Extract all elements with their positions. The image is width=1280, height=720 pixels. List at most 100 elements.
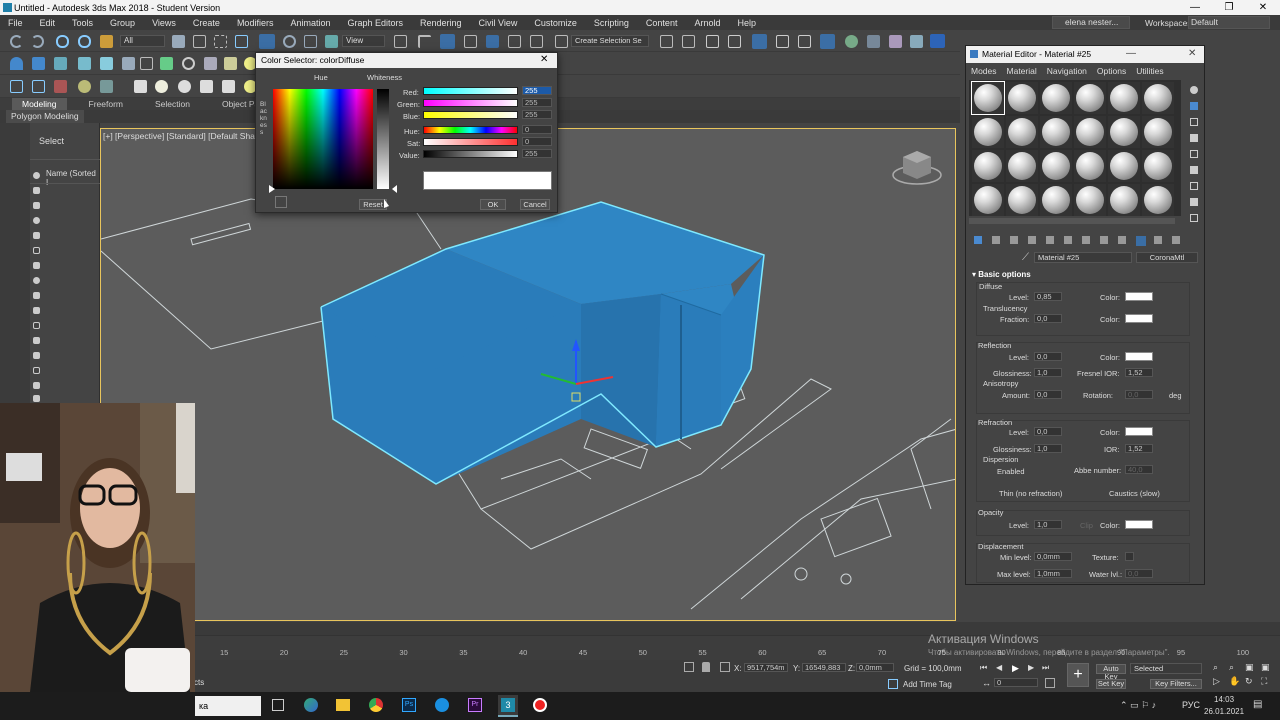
put-to-scene-icon[interactable] — [992, 236, 1000, 244]
show-shaded-material-icon[interactable] — [1118, 236, 1126, 244]
render-production-icon[interactable] — [889, 35, 902, 48]
get-material-icon[interactable] — [974, 236, 982, 244]
blue-slider[interactable] — [423, 111, 518, 119]
sample-type-icon[interactable] — [1190, 86, 1198, 94]
make-unique-icon[interactable] — [1064, 236, 1072, 244]
track-bar[interactable] — [195, 622, 1280, 636]
display-none-icon[interactable] — [33, 382, 40, 389]
menu-civil-view[interactable]: Civil View — [471, 18, 527, 28]
reference-coordinate-dropdown[interactable]: View — [342, 35, 385, 47]
material-id-icon[interactable] — [1100, 236, 1108, 244]
refraction-glossiness-field[interactable]: 1,0 — [1034, 444, 1062, 453]
reset-button[interactable]: Reset — [359, 199, 387, 210]
link-icon[interactable] — [56, 35, 69, 48]
menu-arnold[interactable]: Arnold — [686, 18, 729, 28]
minimize-button[interactable]: — — [1178, 0, 1212, 15]
thin-no-refraction-checkbox[interactable]: Thin (no refraction) — [999, 489, 1062, 498]
material-editor-icon[interactable] — [820, 34, 835, 49]
red-value[interactable]: 255 — [522, 86, 552, 95]
shape-icon[interactable] — [54, 57, 67, 70]
skype-icon[interactable] — [435, 698, 449, 712]
snaps-toggle-icon[interactable] — [464, 35, 477, 48]
plane-icon[interactable] — [224, 57, 237, 70]
displacement-min-field[interactable]: 0,0mm — [1034, 552, 1072, 561]
white-circle-icon[interactable] — [178, 80, 191, 93]
reflection-glossiness-field[interactable]: 1,0 — [1034, 368, 1062, 377]
absolute-mode-icon[interactable] — [720, 662, 730, 672]
material-sample-slot[interactable] — [1006, 82, 1038, 114]
background-icon[interactable] — [1190, 118, 1198, 126]
refraction-ior-field[interactable]: 1,52 — [1125, 444, 1153, 453]
current-frame-field[interactable]: 0 — [994, 678, 1038, 687]
dispersion-enabled-checkbox[interactable]: Enabled — [997, 467, 1025, 476]
photoshop-icon[interactable]: Ps — [402, 698, 416, 712]
reflection-color-swatch[interactable] — [1125, 352, 1153, 361]
task-view-icon[interactable] — [272, 699, 284, 711]
camera-icon[interactable] — [140, 57, 153, 70]
menu-scripting[interactable]: Scripting — [586, 18, 638, 28]
bind-space-warp-icon[interactable] — [100, 35, 113, 48]
material-sample-slot[interactable] — [1040, 184, 1072, 216]
menu-content[interactable]: Content — [638, 18, 687, 28]
anisotropy-rotation-field[interactable]: 0,0 — [1125, 390, 1153, 399]
material-sample-slot[interactable] — [1142, 82, 1174, 114]
menu-file[interactable]: File — [0, 18, 32, 28]
material-sample-slot[interactable] — [1006, 150, 1038, 182]
maximize-viewport-icon[interactable]: ⛶ — [1261, 676, 1267, 687]
chrome-icon[interactable] — [369, 698, 383, 712]
blackness-marker-icon[interactable] — [269, 185, 275, 193]
go-forward-sibling-icon[interactable] — [1172, 236, 1180, 244]
material-sample-slot[interactable] — [1040, 150, 1072, 182]
menu-views[interactable]: Views — [144, 18, 185, 28]
zoom-all-icon[interactable]: ⌕ — [1229, 662, 1234, 673]
menu-material[interactable]: Material — [1002, 65, 1042, 78]
isolate-selection-icon[interactable] — [684, 662, 694, 672]
material-sample-slot[interactable] — [1108, 184, 1140, 216]
play-icon[interactable]: ▶ — [1012, 663, 1019, 674]
material-sample-slot[interactable] — [1142, 184, 1174, 216]
display-all-icon[interactable] — [33, 172, 40, 179]
select-object-icon[interactable] — [172, 35, 185, 48]
basic-options-rollout[interactable]: ▾ Basic options — [972, 270, 1031, 279]
eye-icon[interactable] — [10, 80, 23, 93]
display-containers-icon[interactable] — [33, 322, 40, 329]
file-explorer-icon[interactable] — [336, 699, 350, 711]
3dsmax-taskbar-icon[interactable]: 3 — [498, 695, 518, 717]
display-spacewarps-icon[interactable] — [33, 262, 40, 269]
render-setup-icon[interactable] — [845, 35, 858, 48]
angle-snap-icon[interactable] — [486, 35, 499, 48]
sat-slider[interactable] — [423, 138, 518, 146]
record-icon[interactable] — [54, 80, 67, 93]
go-to-parent-icon[interactable] — [1154, 236, 1162, 244]
blue-value[interactable]: 255 — [522, 110, 552, 119]
light-bulb-icon[interactable] — [78, 80, 91, 93]
menu-animation[interactable]: Animation — [282, 18, 339, 28]
field-of-view-icon[interactable]: ▷ — [1213, 676, 1220, 687]
video-color-check-icon[interactable] — [1190, 150, 1198, 158]
window-crossing-icon[interactable] — [235, 35, 248, 48]
material-sample-slot[interactable] — [1142, 116, 1174, 148]
material-sample-slot[interactable] — [1074, 150, 1106, 182]
material-sample-slot[interactable] — [1074, 82, 1106, 114]
white-box-icon[interactable] — [134, 80, 147, 93]
show-end-result-icon[interactable] — [1136, 236, 1146, 246]
go-to-start-icon[interactable]: ⏮ — [980, 663, 987, 673]
render-in-cloud-icon[interactable] — [930, 34, 945, 48]
menu-help[interactable]: Help — [729, 18, 765, 28]
display-frozen-icon[interactable] — [33, 337, 40, 344]
edge-icon[interactable] — [304, 698, 318, 712]
close-icon[interactable]: ✕ — [540, 54, 548, 65]
put-to-library-icon[interactable] — [1082, 236, 1090, 244]
red-slider[interactable] — [423, 87, 518, 95]
schematic-view-icon[interactable] — [798, 35, 811, 48]
render-iterative-icon[interactable] — [910, 35, 923, 48]
menu-rendering[interactable]: Rendering — [412, 18, 471, 28]
diffuse-color-swatch[interactable] — [1125, 292, 1153, 301]
material-sample-slot[interactable] — [1142, 150, 1174, 182]
display-groups-icon[interactable] — [33, 277, 40, 284]
close-icon[interactable]: ✕ — [1188, 48, 1196, 59]
menu-create[interactable]: Create — [185, 18, 229, 28]
tab-modeling[interactable]: Modeling — [12, 98, 67, 110]
reset-map-icon[interactable] — [1028, 236, 1036, 244]
opacity-level-field[interactable]: 1,0 — [1034, 520, 1062, 529]
